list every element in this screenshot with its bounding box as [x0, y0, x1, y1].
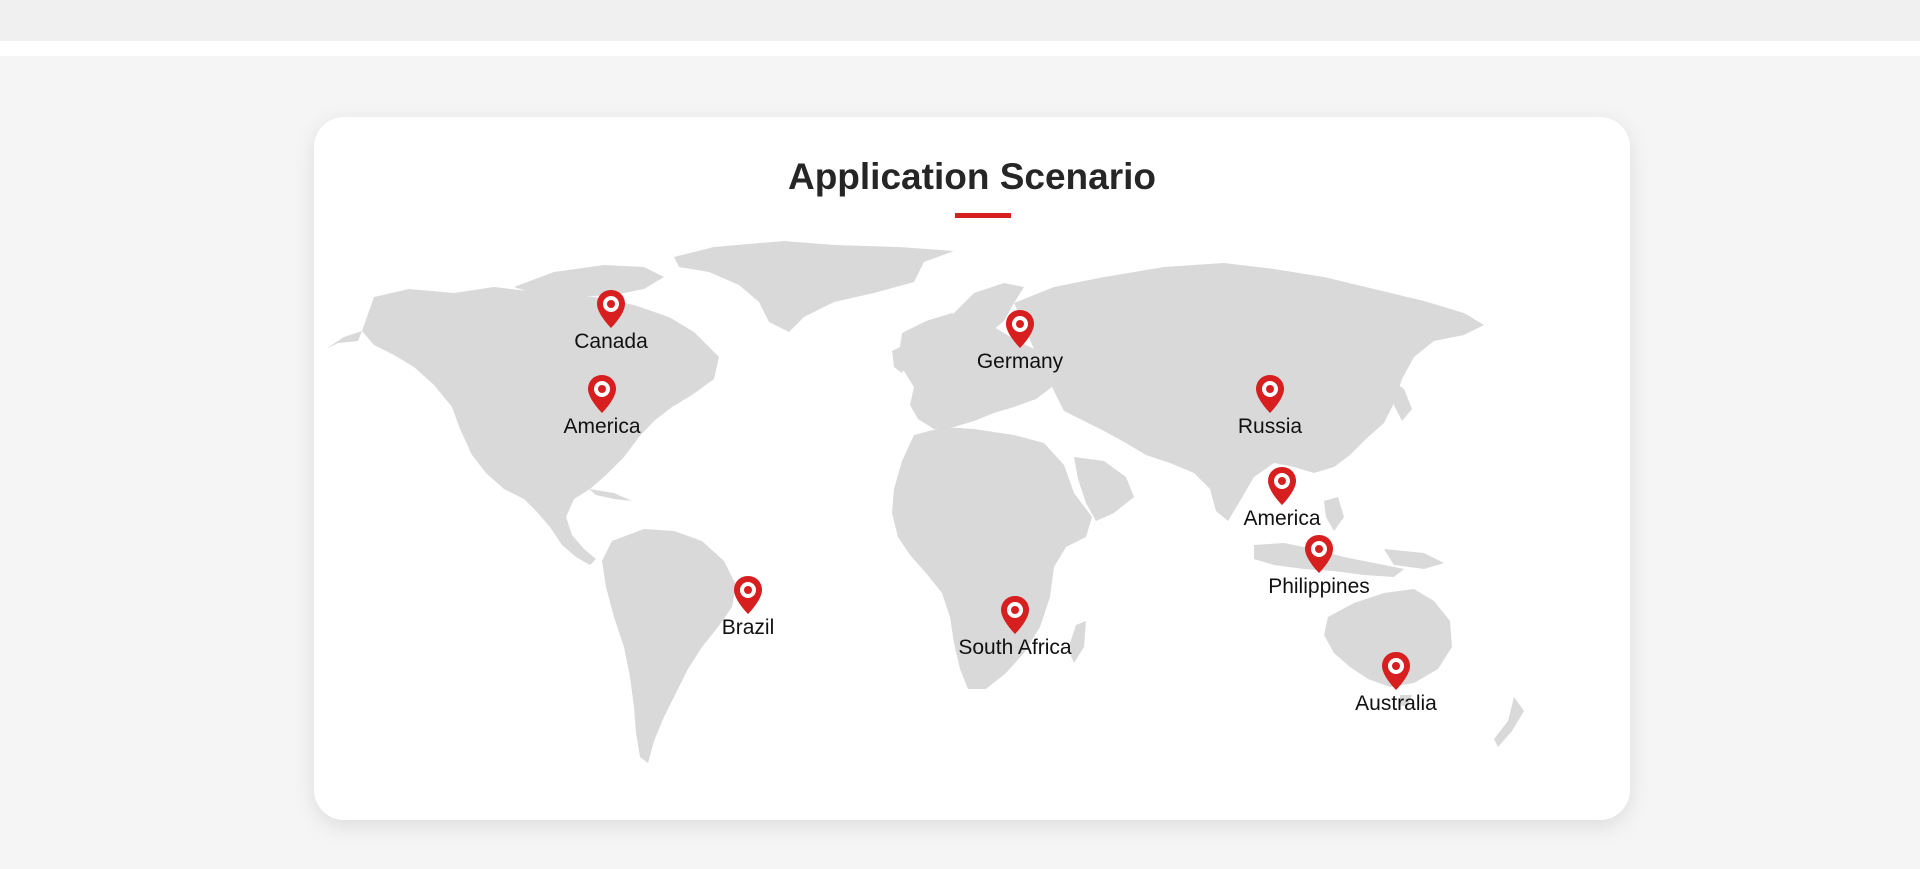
- header-band: [0, 41, 1920, 56]
- location-pin-icon: [597, 290, 625, 328]
- marker-label: Germany: [976, 350, 1064, 373]
- marker-label: Brazil: [721, 616, 775, 639]
- location-pin-icon: [734, 576, 762, 614]
- location-pin-icon: [1305, 535, 1333, 573]
- landmass-japan: [1390, 379, 1412, 421]
- location-pin-icon: [1382, 652, 1410, 690]
- marker-label: Philippines: [1268, 575, 1370, 598]
- marker-label: Canada: [574, 330, 648, 353]
- marker-label: America: [1243, 507, 1321, 530]
- landmass-south-america: [602, 529, 736, 763]
- marker-label: Australia: [1355, 692, 1437, 715]
- location-pin-icon: [1006, 310, 1034, 348]
- marker-label: South Africa: [958, 636, 1072, 659]
- location-pin-icon: [1268, 467, 1296, 505]
- landmass-new-guinea: [1384, 549, 1444, 569]
- top-strip: [0, 0, 1920, 41]
- location-pin-icon: [1001, 596, 1029, 634]
- location-pin-icon: [1256, 375, 1284, 413]
- landmass-caribbean: [589, 489, 632, 501]
- marker-label: America: [563, 415, 641, 438]
- landmass-alaska: [326, 331, 362, 349]
- landmass-greenland: [674, 241, 954, 332]
- marker-label: Russia: [1237, 415, 1303, 438]
- application-scenario-card: Application Scenario Canada America Germ…: [314, 117, 1630, 820]
- location-pin-icon: [588, 375, 616, 413]
